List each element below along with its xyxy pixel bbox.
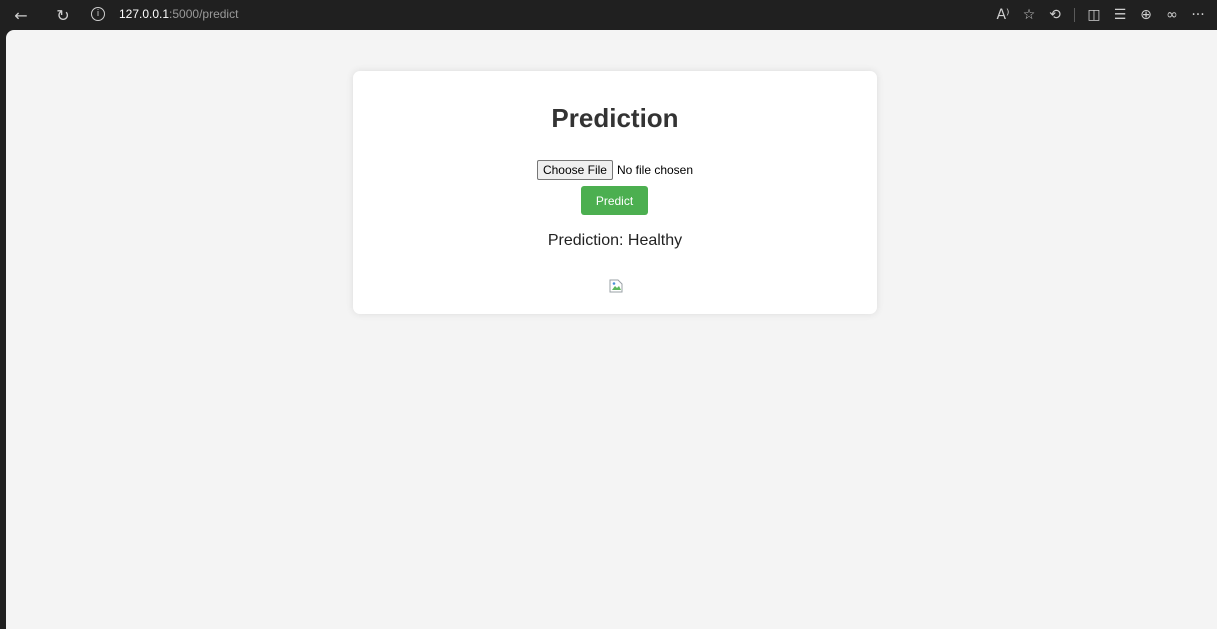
- page-title: Prediction: [551, 103, 679, 133]
- browser-toolbar: ← ↻ i 127.0.0.1:5000/predict A⁾ ☆ ⟲ ◫ ☰ …: [0, 0, 1217, 30]
- copilot-icon[interactable]: ∞: [1159, 7, 1185, 23]
- toolbar-divider: [1074, 8, 1075, 22]
- split-screen-icon[interactable]: ◫: [1081, 7, 1107, 23]
- collections-icon[interactable]: ⊕: [1133, 7, 1159, 23]
- url-host: 127.0.0.1: [119, 7, 170, 21]
- no-file-label: No file chosen: [616, 163, 694, 177]
- predict-button[interactable]: Predict: [581, 186, 648, 215]
- broken-image-icon: [609, 279, 623, 293]
- url-path: :5000/predict: [169, 7, 239, 21]
- info-icon[interactable]: i: [91, 7, 105, 21]
- more-icon[interactable]: ···: [1185, 7, 1211, 23]
- toolbar-icons: A⁾ ☆ ⟲ ◫ ☰ ⊕ ∞ ···: [990, 3, 1211, 27]
- back-icon[interactable]: ←: [10, 4, 32, 26]
- page-viewport: Prediction Choose File No file chosen Pr…: [6, 30, 1217, 629]
- refresh-icon[interactable]: ↻: [52, 4, 74, 26]
- address-bar[interactable]: i 127.0.0.1:5000/predict: [87, 3, 937, 25]
- extensions-icon[interactable]: ⟲: [1042, 7, 1068, 23]
- favorite-icon[interactable]: ☆: [1016, 7, 1042, 23]
- favorites-list-icon[interactable]: ☰: [1107, 7, 1133, 23]
- choose-file-button[interactable]: Choose File: [536, 160, 613, 180]
- read-aloud-icon[interactable]: A⁾: [990, 7, 1016, 23]
- prediction-result: Prediction: Healthy: [547, 232, 683, 249]
- file-input[interactable]: Choose File No file chosen: [353, 160, 877, 180]
- prediction-card: Prediction Choose File No file chosen Pr…: [353, 71, 877, 314]
